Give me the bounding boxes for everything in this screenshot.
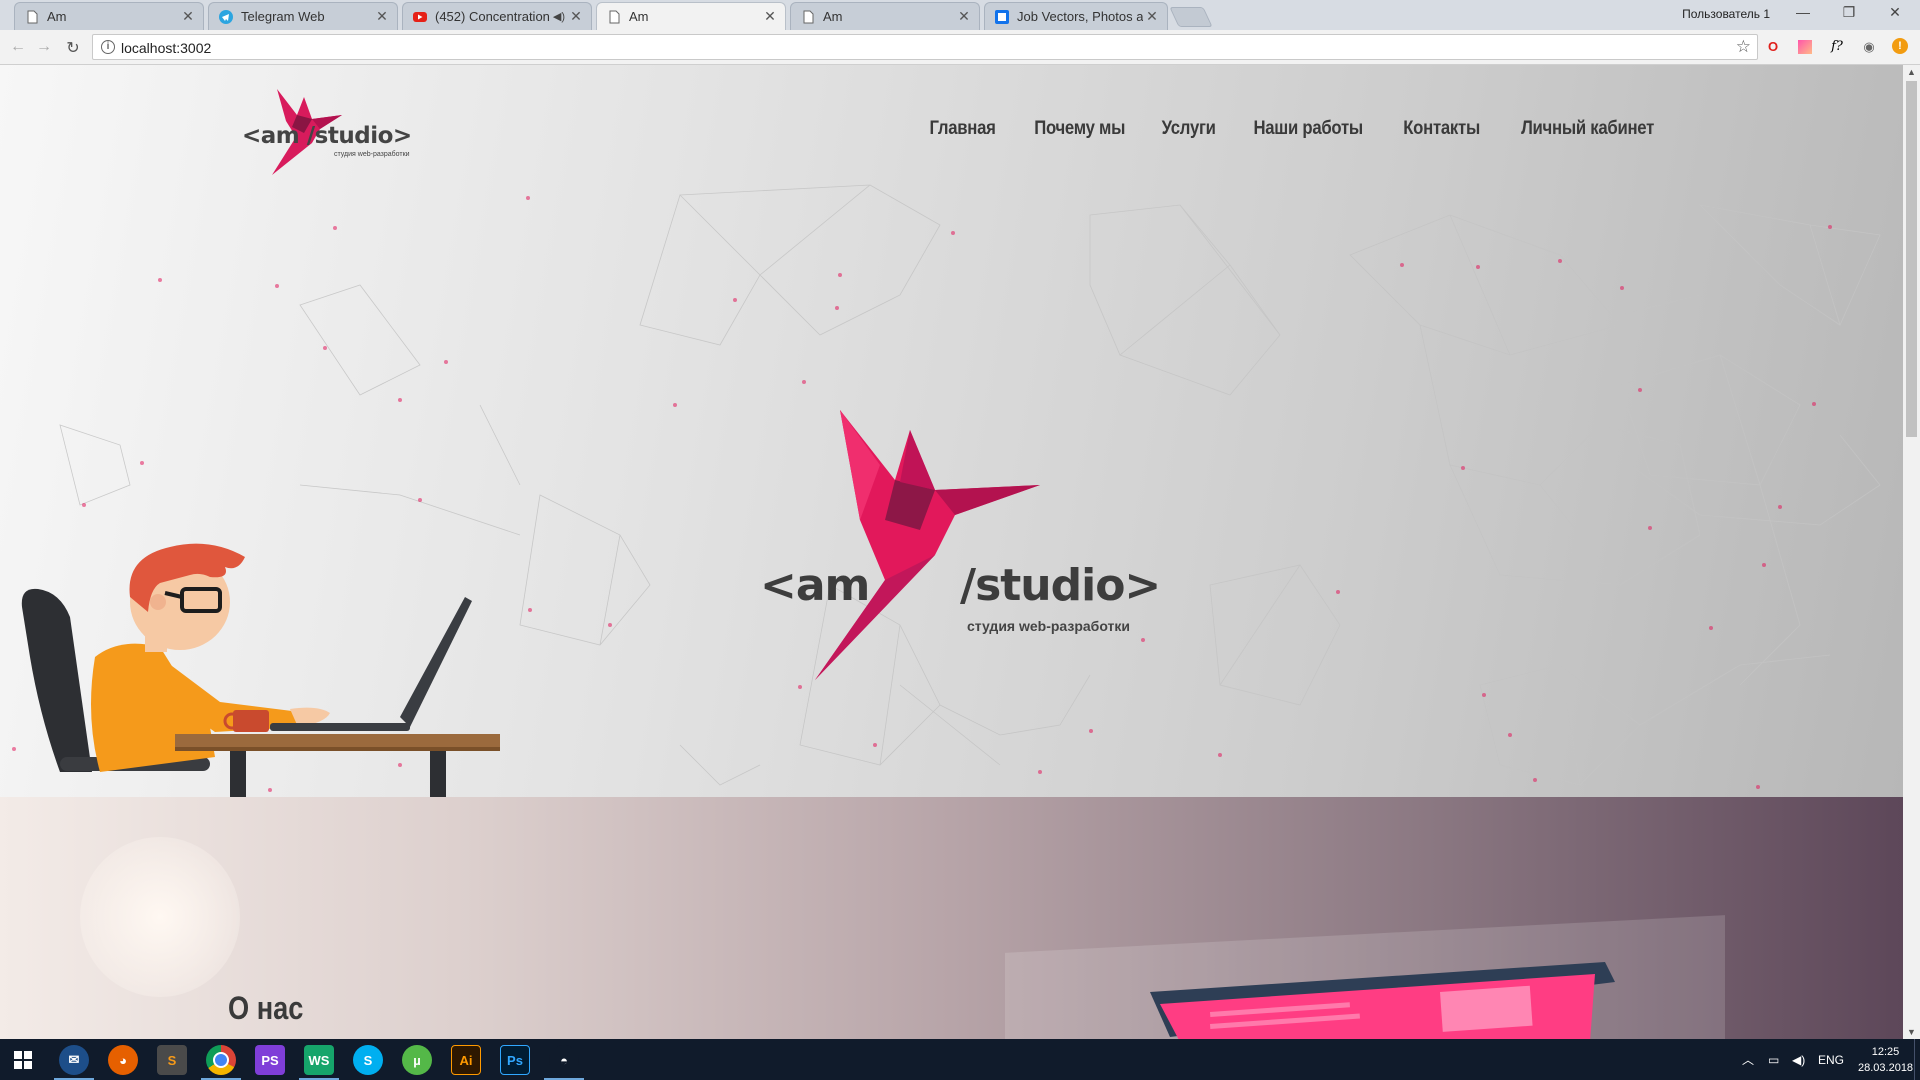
- developer-illustration: [21, 543, 500, 797]
- gradient-extension-icon[interactable]: [1796, 38, 1814, 56]
- address-bar[interactable]: i localhost:3002 ☆: [92, 34, 1758, 60]
- photoshop-icon[interactable]: Ps: [500, 1045, 530, 1075]
- header-logo[interactable]: <am /studio> студия web-разработки: [242, 85, 432, 185]
- scroll-up-icon[interactable]: ▲: [1907, 67, 1916, 77]
- close-tab-icon[interactable]: ✕: [1143, 8, 1161, 25]
- windows-taskbar: ✉ ◕ S PS WS S µ Ai Ps ◓ ︿ ▭ ◀) ENG 12:25…: [0, 1039, 1920, 1080]
- close-tab-icon[interactable]: ✕: [179, 8, 197, 25]
- back-icon[interactable]: ←: [8, 38, 28, 56]
- tab-title: Am: [629, 9, 649, 24]
- opera-vpn-icon[interactable]: O: [1764, 38, 1782, 56]
- scroll-down-icon[interactable]: ▼: [1907, 1027, 1916, 1037]
- close-tab-icon[interactable]: ✕: [373, 8, 391, 25]
- url-text[interactable]: localhost:3002: [121, 40, 211, 56]
- tab-telegram[interactable]: Telegram Web ✕: [208, 2, 398, 30]
- sublime-icon[interactable]: S: [157, 1045, 187, 1075]
- new-tab-button[interactable]: [1169, 7, 1213, 27]
- forward-icon[interactable]: →: [34, 38, 54, 56]
- illustrator-icon[interactable]: Ai: [451, 1045, 481, 1075]
- inkscape-icon[interactable]: ◓: [549, 1045, 579, 1075]
- chrome-icon[interactable]: [206, 1045, 236, 1075]
- tab-title: Am: [47, 9, 67, 24]
- nav-contacts[interactable]: Контакты: [1403, 118, 1480, 140]
- nav-why-us[interactable]: Почему мы: [1034, 118, 1125, 140]
- browser-toolbar: ← → ↻ i localhost:3002 ☆ O f? ◉ !: [0, 30, 1920, 65]
- info-icon[interactable]: i: [101, 40, 115, 54]
- clock[interactable]: 12:25 28.03.2018: [1858, 1039, 1913, 1080]
- webstorm-icon[interactable]: WS: [304, 1045, 334, 1075]
- tab-title: Job Vectors, Photos and: [1017, 9, 1143, 24]
- telegram-icon: [219, 9, 233, 24]
- nav-account[interactable]: Личный кабинет: [1521, 118, 1654, 140]
- language-indicator[interactable]: ENG: [1818, 1039, 1844, 1080]
- clock-date: 28.03.2018: [1858, 1061, 1914, 1074]
- close-tab-icon[interactable]: ✕: [567, 8, 585, 25]
- utorrent-icon[interactable]: µ: [402, 1045, 432, 1075]
- header-logo-tagline: студия web-разработки: [334, 151, 410, 158]
- youtube-icon: [413, 11, 427, 22]
- nav-home[interactable]: Главная: [930, 118, 996, 140]
- speedometer-icon[interactable]: ◉: [1860, 38, 1878, 56]
- profile-name[interactable]: Пользователь 1: [1682, 7, 1770, 21]
- tab-freepik[interactable]: Job Vectors, Photos and ✕: [984, 2, 1168, 30]
- tab-youtube[interactable]: (452) Concentration \ ◀) ✕: [402, 2, 592, 30]
- tab-title: Telegram Web: [241, 9, 325, 24]
- close-tab-icon[interactable]: ✕: [955, 8, 973, 25]
- nav-services[interactable]: Услуги: [1162, 118, 1216, 140]
- tab-am-active[interactable]: Am ✕: [596, 2, 786, 30]
- hero-logo: <am /studio> студия web-разработки: [760, 410, 1170, 690]
- bookmark-star-icon[interactable]: ☆: [1736, 37, 1751, 57]
- page-viewport: <am /studio> студия web-разработки Главн…: [0, 65, 1903, 1039]
- page-icon: [803, 10, 814, 23]
- tab-title: (452) Concentration \: [435, 9, 553, 24]
- about-title: О нас: [228, 990, 304, 1026]
- page-scrollbar[interactable]: ▲ ▼: [1903, 65, 1920, 1039]
- hero-section: <am /studio> студия web-разработки Главн…: [0, 65, 1903, 797]
- hero-logo-left: <am: [760, 560, 870, 611]
- main-nav: Главная Почему мы Услуги Наши работы Кон…: [925, 118, 1663, 140]
- windows-start-icon[interactable]: [8, 1045, 38, 1075]
- minimize-icon[interactable]: —: [1780, 4, 1826, 26]
- firefox-icon[interactable]: ◕: [108, 1045, 138, 1075]
- close-window-icon[interactable]: ✕: [1872, 4, 1918, 26]
- restore-icon[interactable]: ❐: [1826, 4, 1872, 26]
- scrollbar-thumb[interactable]: [1906, 81, 1917, 437]
- thunderbird-icon[interactable]: ✉: [59, 1045, 89, 1075]
- volume-icon[interactable]: ◀): [1792, 1039, 1805, 1080]
- about-section: О нас: [0, 797, 1903, 1039]
- light-glow: [80, 837, 240, 997]
- tab-am-1[interactable]: Am ✕: [14, 2, 204, 30]
- hero-logo-right: /studio>: [960, 560, 1161, 611]
- close-tab-icon[interactable]: ✕: [761, 8, 779, 25]
- reload-icon[interactable]: ↻: [63, 38, 83, 58]
- phpstorm-icon[interactable]: PS: [255, 1045, 285, 1075]
- page-icon: [27, 10, 38, 23]
- clock-time: 12:25: [1871, 1045, 1900, 1058]
- speaker-icon[interactable]: ◀): [553, 10, 565, 23]
- tab-title: Am: [823, 9, 843, 24]
- page-icon: [609, 10, 620, 23]
- nav-portfolio[interactable]: Наши работы: [1254, 118, 1364, 140]
- tab-am-3[interactable]: Am ✕: [790, 2, 980, 30]
- skype-icon[interactable]: S: [353, 1045, 383, 1075]
- tab-strip: Am ✕ Telegram Web ✕ (452) Concentration …: [0, 0, 1920, 30]
- hero-logo-tagline: студия web-разработки: [967, 618, 1130, 634]
- hummingbird-hero-icon: [815, 410, 1040, 680]
- show-desktop-button[interactable]: [1914, 1039, 1920, 1080]
- header-logo-text: <am /studio>: [242, 123, 412, 149]
- freepik-icon: [995, 9, 1009, 24]
- network-icon[interactable]: ▭: [1768, 1039, 1779, 1080]
- show-hidden-icons[interactable]: ︿: [1742, 1039, 1754, 1080]
- warning-extension-icon[interactable]: !: [1892, 38, 1910, 56]
- fx-extension-icon[interactable]: f?: [1828, 38, 1846, 56]
- monitor-illustration: [1150, 962, 1615, 1039]
